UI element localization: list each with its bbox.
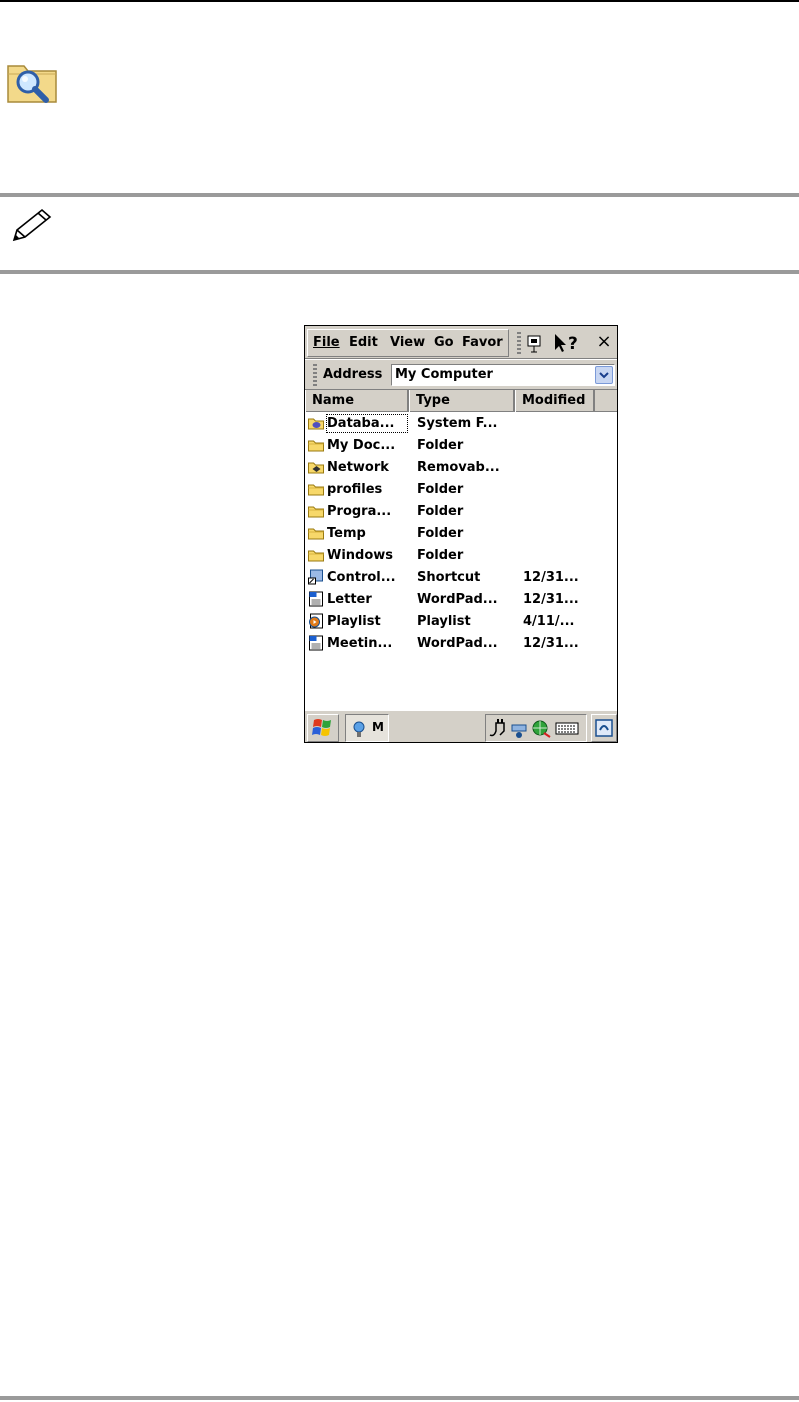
menu-bar: File Edit View Go Favor ? × (305, 326, 617, 359)
playlist-icon (309, 613, 323, 629)
view-toggle-icon[interactable] (524, 330, 546, 356)
file-type: Folder (417, 548, 464, 563)
column-header-name[interactable]: Name (305, 390, 409, 412)
column-header-modified[interactable]: Modified (515, 390, 595, 412)
chevron-down-icon (599, 372, 609, 379)
file-type: Folder (417, 438, 464, 453)
power-plug-icon[interactable] (489, 719, 505, 737)
file-modified: 12/31... (523, 570, 579, 585)
file-row[interactable]: Progra... Folder (305, 501, 617, 523)
file-modified: 4/11/... (523, 614, 575, 629)
file-row[interactable]: profiles Folder (305, 479, 617, 501)
start-button[interactable] (307, 714, 339, 742)
file-type: Folder (417, 526, 464, 541)
help-pointer-icon[interactable]: ? (551, 330, 583, 356)
taskbar-window-label: M (372, 720, 384, 734)
wireless-globe-icon[interactable] (532, 720, 551, 738)
file-row[interactable]: Meetin... WordPad... 12/31... (305, 633, 617, 655)
close-button[interactable]: × (591, 329, 617, 357)
address-bar: Address My Computer (305, 360, 617, 390)
file-type: System F... (417, 416, 498, 431)
list-header: Name Type Modified (305, 390, 617, 412)
file-type: WordPad... (417, 636, 498, 651)
my-computer-icon (353, 721, 365, 737)
network-folder-icon (308, 462, 324, 474)
file-row[interactable]: Temp Folder (305, 523, 617, 545)
note-top-rule (0, 193, 799, 197)
svg-text:?: ? (568, 334, 578, 354)
file-row[interactable]: My Doc... Folder (305, 435, 617, 457)
file-name[interactable]: Progra... (327, 504, 391, 519)
menu-edit[interactable]: Edit (349, 335, 378, 350)
folder-icon (308, 528, 324, 540)
file-row[interactable]: Control... Shortcut 12/31... (305, 567, 617, 589)
note-bottom-rule (0, 270, 799, 274)
file-row[interactable]: Playlist Playlist 4/11/... (305, 611, 617, 633)
toolbar-grip[interactable] (517, 332, 521, 354)
keyboard-icon[interactable] (555, 722, 579, 735)
file-name[interactable]: Letter (327, 592, 372, 607)
file-type: Shortcut (417, 570, 481, 585)
folder-icon (308, 484, 324, 496)
wordpad-doc-icon (309, 591, 323, 607)
network-icon[interactable] (511, 724, 527, 738)
taskbar: M (305, 710, 617, 742)
file-name[interactable]: Temp (327, 526, 366, 541)
desktop-button[interactable] (591, 714, 617, 742)
menu-go[interactable]: Go (434, 335, 454, 350)
folder-icon (308, 550, 324, 562)
database-folder-icon (308, 418, 324, 430)
file-name[interactable]: Databa... (327, 416, 394, 431)
file-row[interactable]: Network Removab... (305, 457, 617, 479)
system-tray (485, 714, 587, 742)
tray-icons (489, 719, 579, 738)
taskbar-window-button[interactable]: M (345, 714, 389, 742)
file-name[interactable]: Meetin... (327, 636, 392, 651)
column-header-type[interactable]: Type (409, 390, 515, 412)
file-type: Removab... (417, 460, 500, 475)
search-folder-icon (7, 65, 57, 103)
file-name[interactable]: Control... (327, 570, 396, 585)
folder-icon (308, 506, 324, 518)
address-value[interactable]: My Computer (395, 367, 493, 382)
file-type: Playlist (417, 614, 471, 629)
menu-view[interactable]: View (390, 335, 425, 350)
file-name[interactable]: My Doc... (327, 438, 395, 453)
file-type: Folder (417, 482, 464, 497)
pencil-note-icon (12, 208, 52, 242)
file-type: Folder (417, 504, 464, 519)
file-modified: 12/31... (523, 592, 579, 607)
top-rule (0, 0, 799, 2)
windows-flag-icon (312, 719, 331, 736)
menu-group: File Edit View Go Favor (307, 329, 509, 357)
folder-icon (308, 440, 324, 452)
file-row[interactable]: Letter WordPad... 12/31... (305, 589, 617, 611)
address-grip[interactable] (313, 364, 317, 386)
address-label: Address (323, 367, 383, 382)
file-type: WordPad... (417, 592, 498, 607)
device-screen: File Edit View Go Favor ? × Address My C… (304, 325, 618, 743)
address-dropdown-button[interactable] (595, 366, 613, 384)
file-name[interactable]: Playlist (327, 614, 381, 629)
file-row[interactable]: Databa... System F... (305, 413, 617, 435)
menu-file[interactable]: File (313, 335, 340, 350)
address-field[interactable]: My Computer (391, 364, 615, 386)
file-row[interactable]: Windows Folder (305, 545, 617, 567)
file-name[interactable]: profiles (327, 482, 382, 497)
wordpad-doc-icon (309, 635, 323, 651)
file-modified: 12/31... (523, 636, 579, 651)
desktop-icon (595, 719, 613, 737)
bottom-rule (0, 1396, 799, 1400)
file-name[interactable]: Windows (327, 548, 393, 563)
file-name[interactable]: Network (327, 460, 389, 475)
menu-favorites[interactable]: Favor (462, 335, 503, 350)
shortcut-icon (308, 569, 323, 585)
